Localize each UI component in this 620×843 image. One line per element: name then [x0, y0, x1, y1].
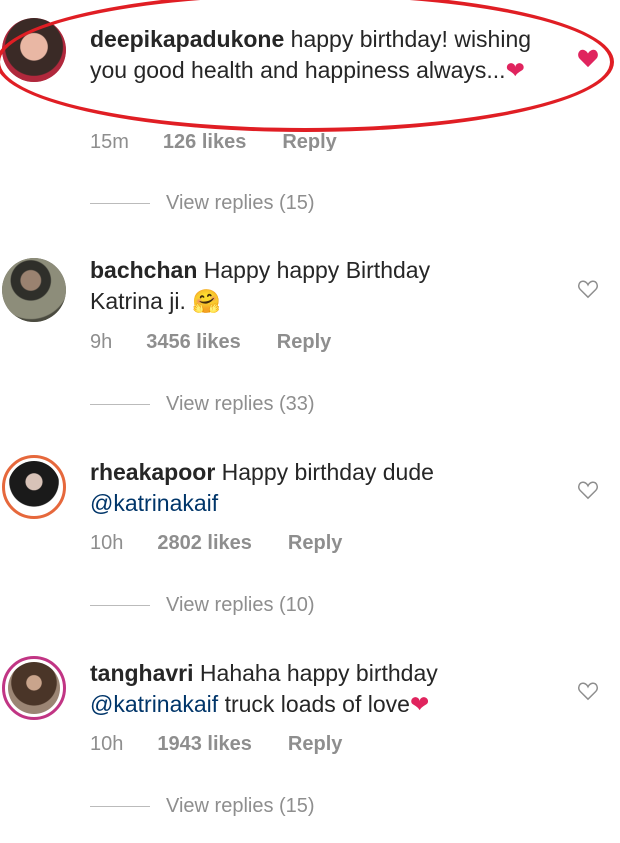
comment-text: bachchan Happy happy Birthday Katrina ji… [90, 255, 470, 317]
comment-meta: 10h 2802 likes Reply [90, 532, 342, 555]
comment-time: 10h [90, 532, 124, 554]
like-heart-icon[interactable] [576, 46, 600, 70]
view-replies-button[interactable]: View replies (15) [90, 795, 315, 818]
avatar[interactable] [2, 258, 66, 322]
view-replies-label: View replies (15) [166, 192, 315, 214]
view-replies-button[interactable]: View replies (15) [90, 192, 315, 215]
comment-text: rheakapoor Happy birthday dude @katrinak… [90, 457, 490, 519]
comment-username[interactable]: bachchan [90, 257, 197, 283]
comment-username[interactable]: rheakapoor [90, 459, 215, 485]
likes-count[interactable]: 1943 likes [157, 733, 252, 756]
likes-count[interactable]: 126 likes [163, 131, 246, 151]
likes-count[interactable]: 2802 likes [157, 532, 252, 555]
comment-time: 10h [90, 733, 124, 755]
heart-emoji: ❤ [505, 57, 525, 83]
comment-text: deepikapadukone happy birthday! wishing … [90, 24, 560, 86]
view-replies-label: View replies (10) [166, 594, 315, 616]
view-replies-button[interactable]: View replies (10) [90, 594, 315, 617]
like-heart-icon[interactable] [576, 679, 600, 703]
view-replies-label: View replies (15) [166, 795, 315, 817]
comment-username[interactable]: tanghavri [90, 660, 194, 686]
comment-body-continued: truck loads of love [224, 691, 410, 717]
divider [90, 605, 150, 606]
comment-time: 9h [90, 331, 113, 353]
hug-emoji: 🤗 [192, 288, 221, 314]
divider [90, 806, 150, 807]
divider [90, 203, 150, 204]
heart-emoji: ❤ [409, 691, 430, 717]
divider [90, 404, 150, 405]
mention-link[interactable]: @katrinakaif [90, 691, 218, 717]
view-replies-label: View replies (33) [166, 393, 315, 415]
like-heart-icon[interactable] [576, 478, 600, 502]
reply-button[interactable]: Reply [277, 331, 331, 354]
comment-username[interactable]: deepikapadukone [90, 26, 284, 52]
comment-body: Happy birthday dude [221, 459, 434, 485]
comment-meta: 9h 3456 likes Reply [90, 331, 331, 354]
mention-link[interactable]: @katrinakaif [90, 490, 218, 516]
comment-text: tanghavri Hahaha happy birthday @katrina… [90, 658, 510, 720]
like-heart-icon[interactable] [576, 277, 600, 301]
comment-time: 15m [90, 131, 129, 151]
reply-button[interactable]: Reply [282, 131, 336, 151]
reply-button[interactable]: Reply [288, 733, 342, 756]
avatar[interactable] [2, 455, 66, 519]
comment-meta: 10h 1943 likes Reply [90, 733, 342, 756]
likes-count[interactable]: 3456 likes [146, 331, 241, 354]
reply-button[interactable]: Reply [288, 532, 342, 555]
comment-body: Hahaha happy birthday [199, 660, 438, 686]
comment-meta: 15m 126 likes Reply [90, 131, 337, 151]
avatar[interactable] [2, 656, 66, 720]
avatar[interactable] [2, 18, 66, 82]
view-replies-button[interactable]: View replies (33) [90, 393, 315, 416]
